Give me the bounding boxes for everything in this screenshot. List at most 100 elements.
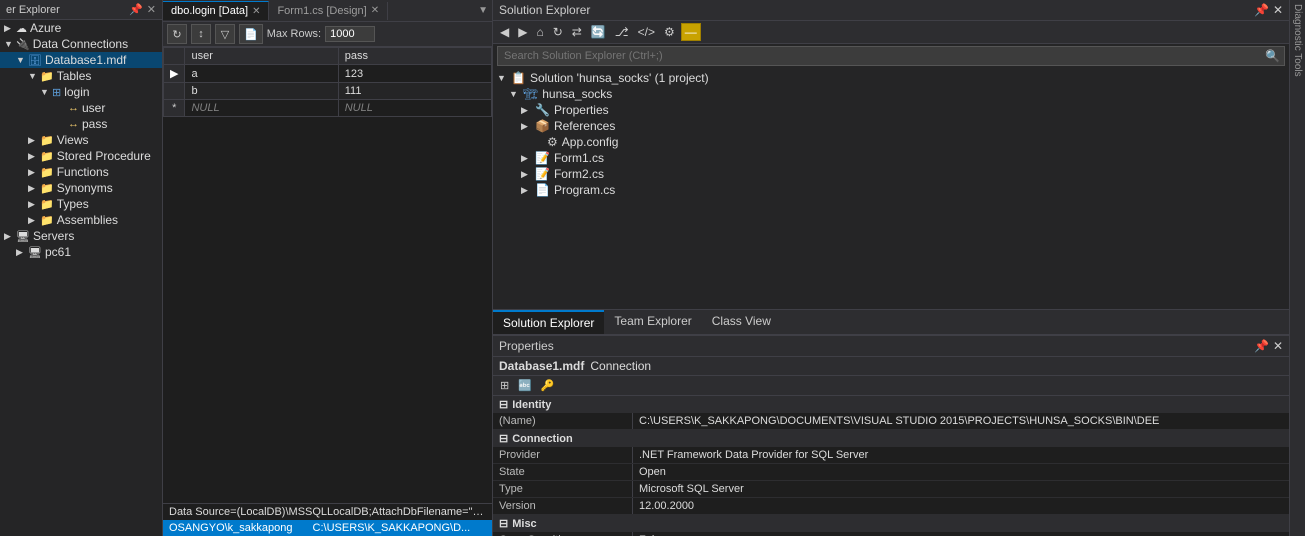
se-item-properties[interactable]: ▶ 🔧 Properties bbox=[493, 102, 1289, 118]
tab-dbo-login[interactable]: dbo.login [Data] ✕ bbox=[163, 1, 269, 20]
sort-button[interactable]: ↕ bbox=[191, 24, 211, 44]
tree-item-functions[interactable]: ▶ 📁 Functions bbox=[0, 164, 162, 180]
tab-solution-explorer[interactable]: Solution Explorer bbox=[493, 310, 604, 334]
props-section-header-misc: ⊟ Misc bbox=[493, 515, 1289, 532]
pin-icon[interactable]: 📌 bbox=[1254, 3, 1269, 17]
tree-item-login[interactable]: ▼ ⊞ login bbox=[0, 84, 162, 100]
tab-overflow[interactable]: ▼ bbox=[474, 5, 492, 16]
solution-explorer: Solution Explorer 📌 ✕ ◀ ▶ ⌂ ↻ ⇄ 🔄 ⎇ </> … bbox=[493, 0, 1289, 336]
arrow-icon: ▶ bbox=[4, 231, 16, 242]
se-item-app-config[interactable]: ⚙ App.config bbox=[493, 134, 1289, 150]
tree-item-label: Database1.mdf bbox=[45, 53, 126, 67]
script-button[interactable]: 📄 bbox=[239, 24, 263, 44]
server-explorer-header-icons: 📌 ✕ bbox=[129, 3, 156, 16]
tree-item-azure[interactable]: ▶ ☁ Azure bbox=[0, 20, 162, 36]
diagnostic-tools-bar[interactable]: Diagnostic Tools bbox=[1289, 0, 1305, 536]
tab-label: dbo.login [Data] bbox=[171, 5, 248, 17]
tab-close-icon[interactable]: ✕ bbox=[371, 5, 379, 16]
se-item-project[interactable]: ▼ 🏗 hunsa_socks bbox=[493, 86, 1289, 102]
tab-label: Class View bbox=[712, 314, 771, 328]
tree-item-servers[interactable]: ▶ 🖥 Servers bbox=[0, 228, 162, 244]
tab-form1-design[interactable]: Form1.cs [Design] ✕ bbox=[269, 2, 388, 20]
cell-user[interactable]: b bbox=[185, 83, 338, 100]
se-item-form2[interactable]: ▶ 📝 Form2.cs bbox=[493, 166, 1289, 182]
se-git-button[interactable]: ⎇ bbox=[612, 24, 632, 40]
tree-item-assemblies[interactable]: ▶ 📁 Assemblies bbox=[0, 212, 162, 228]
arrow-icon: ▼ bbox=[4, 39, 16, 49]
cell-pass[interactable]: 123 bbox=[338, 65, 491, 83]
max-rows-input[interactable]: 1000 bbox=[325, 26, 375, 42]
se-item-label: Properties bbox=[554, 103, 609, 117]
arrow-icon: ▼ bbox=[16, 55, 28, 65]
se-item-references[interactable]: ▶ 📦 References bbox=[493, 118, 1289, 134]
se-item-label: App.config bbox=[562, 135, 619, 149]
database-icon: 🗄 bbox=[28, 54, 42, 67]
se-refresh-button[interactable]: ↻ bbox=[550, 24, 566, 40]
tree-item-data-connections[interactable]: ▼ 🔌 Data Connections bbox=[0, 36, 162, 52]
se-search-input[interactable] bbox=[498, 48, 1261, 64]
props-key-button[interactable]: 🔑 bbox=[538, 378, 558, 393]
tab-close-icon[interactable]: ✕ bbox=[252, 6, 260, 17]
tree-item-label: Stored Procedure bbox=[57, 149, 151, 163]
tab-team-explorer[interactable]: Team Explorer bbox=[604, 310, 701, 334]
se-reload-button[interactable]: 🔄 bbox=[588, 24, 609, 40]
tree-item-types[interactable]: ▶ 📁 Types bbox=[0, 196, 162, 212]
se-bottom-tabs: Solution Explorer Team Explorer Class Vi… bbox=[493, 309, 1289, 335]
arrow-icon: ▶ bbox=[521, 169, 535, 180]
cell-pass-null[interactable]: NULL bbox=[338, 100, 491, 117]
se-item-program[interactable]: ▶ 📄 Program.cs bbox=[493, 182, 1289, 198]
tab-label: Solution Explorer bbox=[503, 316, 594, 330]
props-toolbar: ⊞ 🔤 🔑 bbox=[493, 376, 1289, 396]
solution-icon: 📋 bbox=[511, 71, 526, 85]
cell-pass[interactable]: 111 bbox=[338, 83, 491, 100]
right-panel: Solution Explorer 📌 ✕ ◀ ▶ ⌂ ↻ ⇄ 🔄 ⎇ </> … bbox=[493, 0, 1289, 536]
tree-item-database1[interactable]: ▼ 🗄 Database1.mdf bbox=[0, 52, 162, 68]
cell-user[interactable]: a bbox=[185, 65, 338, 83]
se-item-solution[interactable]: ▼ 📋 Solution 'hunsa_socks' (1 project) bbox=[493, 70, 1289, 86]
arrow-icon: ▼ bbox=[497, 73, 511, 83]
se-back-button[interactable]: ◀ bbox=[497, 24, 512, 40]
props-item-name: Database1.mdf bbox=[499, 359, 584, 373]
se-code-button[interactable]: </> bbox=[635, 24, 658, 40]
props-sort-button[interactable]: 🔤 bbox=[515, 378, 535, 393]
pin-icon[interactable]: 📌 bbox=[1254, 339, 1269, 353]
close-icon[interactable]: ✕ bbox=[1273, 339, 1283, 353]
tree-item-tables[interactable]: ▼ 📁 Tables bbox=[0, 68, 162, 84]
props-grid-button[interactable]: ⊞ bbox=[497, 378, 512, 393]
se-item-form1[interactable]: ▶ 📝 Form1.cs bbox=[493, 150, 1289, 166]
se-sync-button[interactable]: ⇄ bbox=[569, 24, 585, 40]
tree-item-pass[interactable]: ↔ pass bbox=[0, 116, 162, 132]
pin-icon[interactable]: 📌 bbox=[129, 3, 143, 16]
props-section-misc: ⊟ Misc Case Sensitive False Owner WAKOSA… bbox=[493, 515, 1289, 536]
collapse-icon: ⊟ bbox=[499, 517, 508, 530]
tree-item-views[interactable]: ▶ 📁 Views bbox=[0, 132, 162, 148]
tree-item-synonyms[interactable]: ▶ 📁 Synonyms bbox=[0, 180, 162, 196]
azure-icon: ☁ bbox=[16, 22, 27, 35]
key-icon: ↔ bbox=[68, 102, 79, 114]
close-icon[interactable]: ✕ bbox=[147, 3, 156, 16]
se-forward-button[interactable]: ▶ bbox=[515, 24, 530, 40]
arrow-icon: ▶ bbox=[521, 185, 535, 196]
tree-item-stored-procedures[interactable]: ▶ 📁 Stored Procedure bbox=[0, 148, 162, 164]
tree-item-label: Functions bbox=[57, 165, 109, 179]
se-minus-button[interactable]: — bbox=[681, 23, 701, 41]
server-explorer-header: er Explorer 📌 ✕ bbox=[0, 0, 162, 20]
tree-item-user[interactable]: ↔ user bbox=[0, 100, 162, 116]
diagnostic-tools-label: Diagnostic Tools bbox=[1292, 4, 1303, 77]
se-home-button[interactable]: ⌂ bbox=[533, 24, 546, 40]
close-icon[interactable]: ✕ bbox=[1273, 3, 1283, 17]
form1-icon: 📝 bbox=[535, 151, 550, 165]
filter-button[interactable]: ▽ bbox=[215, 24, 235, 44]
se-item-label: Form2.cs bbox=[554, 167, 604, 181]
servers-icon: 🖥 bbox=[16, 230, 30, 243]
refresh-button[interactable]: ↻ bbox=[167, 24, 187, 44]
connection-string-text: Data Source=(LocalDB)\MSSQLLocalDB;Attac… bbox=[169, 506, 492, 518]
column-header-pass: pass bbox=[338, 48, 491, 65]
status-bar: OSANGYO\k_sakkapong C:\USERS\K_SAKKAPONG… bbox=[163, 520, 492, 536]
tab-class-view[interactable]: Class View bbox=[702, 310, 781, 334]
app-config-icon: ⚙ bbox=[547, 135, 558, 149]
tree-item-pc61[interactable]: ▶ 🖥 pc61 bbox=[0, 244, 162, 260]
connection-string-bar: Data Source=(LocalDB)\MSSQLLocalDB;Attac… bbox=[163, 503, 492, 520]
se-settings-button[interactable]: ⚙ bbox=[661, 24, 678, 40]
cell-user-null[interactable]: NULL bbox=[185, 100, 338, 117]
